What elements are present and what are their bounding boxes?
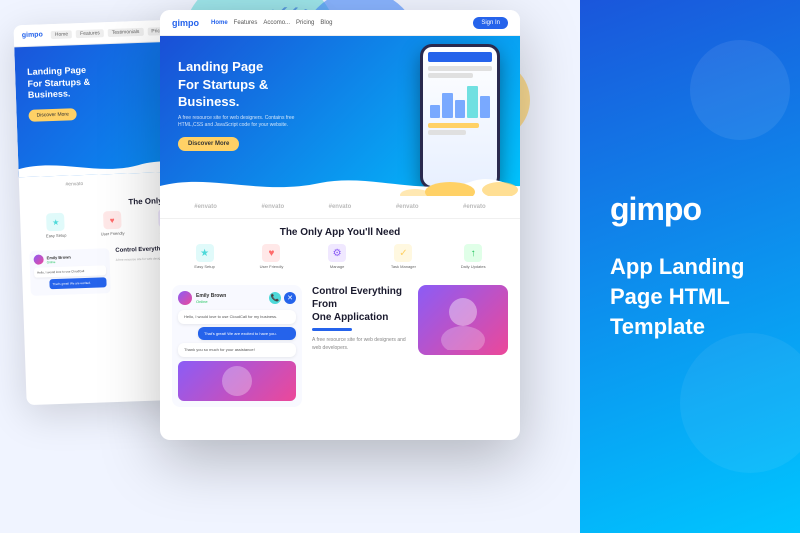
front-hero-title: Landing Page For Startups & Business. bbox=[178, 58, 308, 111]
front-nav-testimonials: Accomo... bbox=[263, 20, 290, 26]
front-hero-subtitle: A free resource site for web designers. … bbox=[178, 115, 308, 129]
back-nav-testimonials: Testimonials bbox=[108, 27, 144, 36]
front-nav-features: Features bbox=[234, 20, 258, 26]
chat-bubble-2: That's great! We are excited to have you… bbox=[198, 327, 296, 341]
product-tagline: App Landing Page HTML Template bbox=[610, 252, 770, 341]
control-text: Control Everything From One Application … bbox=[312, 285, 408, 352]
front-logo-3: #envato bbox=[329, 204, 352, 210]
front-feature-4: ✓ Task Manager bbox=[391, 244, 416, 269]
chat-bubble-3: Thank you so much for your assistance! bbox=[178, 343, 296, 357]
back-hero-button: Discover More bbox=[28, 108, 77, 122]
front-nav-pricing: Pricing bbox=[296, 20, 314, 26]
front-feature-3: ⚙ Manage bbox=[328, 244, 346, 269]
back-card-logo: gimpo bbox=[22, 31, 43, 39]
chat-username: Emily Brown bbox=[196, 293, 226, 299]
front-nav-home: Home bbox=[211, 20, 228, 26]
front-nav-blog: Blog bbox=[320, 20, 332, 26]
brand-name: gimpo bbox=[610, 191, 770, 228]
right-panel: gimpo App Landing Page HTML Template bbox=[580, 0, 800, 533]
front-control-section: Emily Brown Online 📞 ✕ Hello, I would lo… bbox=[160, 277, 520, 415]
back-nav-features: Features bbox=[76, 29, 104, 38]
front-section-title: The Only App You'll Need bbox=[160, 219, 520, 244]
chat-bubble-1: Hello, I would love to use CloudCall for… bbox=[178, 310, 296, 324]
back-nav-home: Home bbox=[51, 30, 73, 39]
front-feature-1: ★ Easy Setup bbox=[194, 244, 214, 269]
front-logo-1: #envato bbox=[194, 204, 217, 210]
front-feature-2: ♥ User Friendly bbox=[260, 244, 284, 269]
website-preview-front: gimpo Home Features Accomo... Pricing Bl… bbox=[160, 10, 520, 440]
front-logo-4: #envato bbox=[396, 204, 419, 210]
front-logo-5: #envato bbox=[463, 204, 486, 210]
back-feature-1: ★ Easy Setup bbox=[45, 213, 66, 239]
chat-avatar bbox=[178, 291, 192, 305]
control-subtitle: A free resource site for web designers a… bbox=[312, 337, 408, 352]
chat-widget: Emily Brown Online 📞 ✕ Hello, I would lo… bbox=[172, 285, 302, 407]
control-section-image bbox=[418, 285, 508, 355]
back-hero-title: Landing Page For Startups & Business. bbox=[27, 65, 91, 102]
front-nav-signin: Sign In bbox=[473, 17, 508, 29]
front-hero-button: Discover More bbox=[178, 137, 239, 151]
control-title: Control Everything From One Application bbox=[312, 285, 408, 324]
back-logo-1: #envato bbox=[65, 181, 83, 188]
back-feature-2: ♥ User Friendly bbox=[100, 211, 125, 237]
front-feature-5: ↑ Daily Updates bbox=[461, 244, 486, 269]
chat-status: Online bbox=[196, 299, 226, 304]
front-logo-2: #envato bbox=[261, 204, 284, 210]
front-card-logo: gimpo bbox=[172, 18, 199, 28]
left-panel: gimpo Home Features Testimonials Pricing… bbox=[0, 0, 580, 533]
